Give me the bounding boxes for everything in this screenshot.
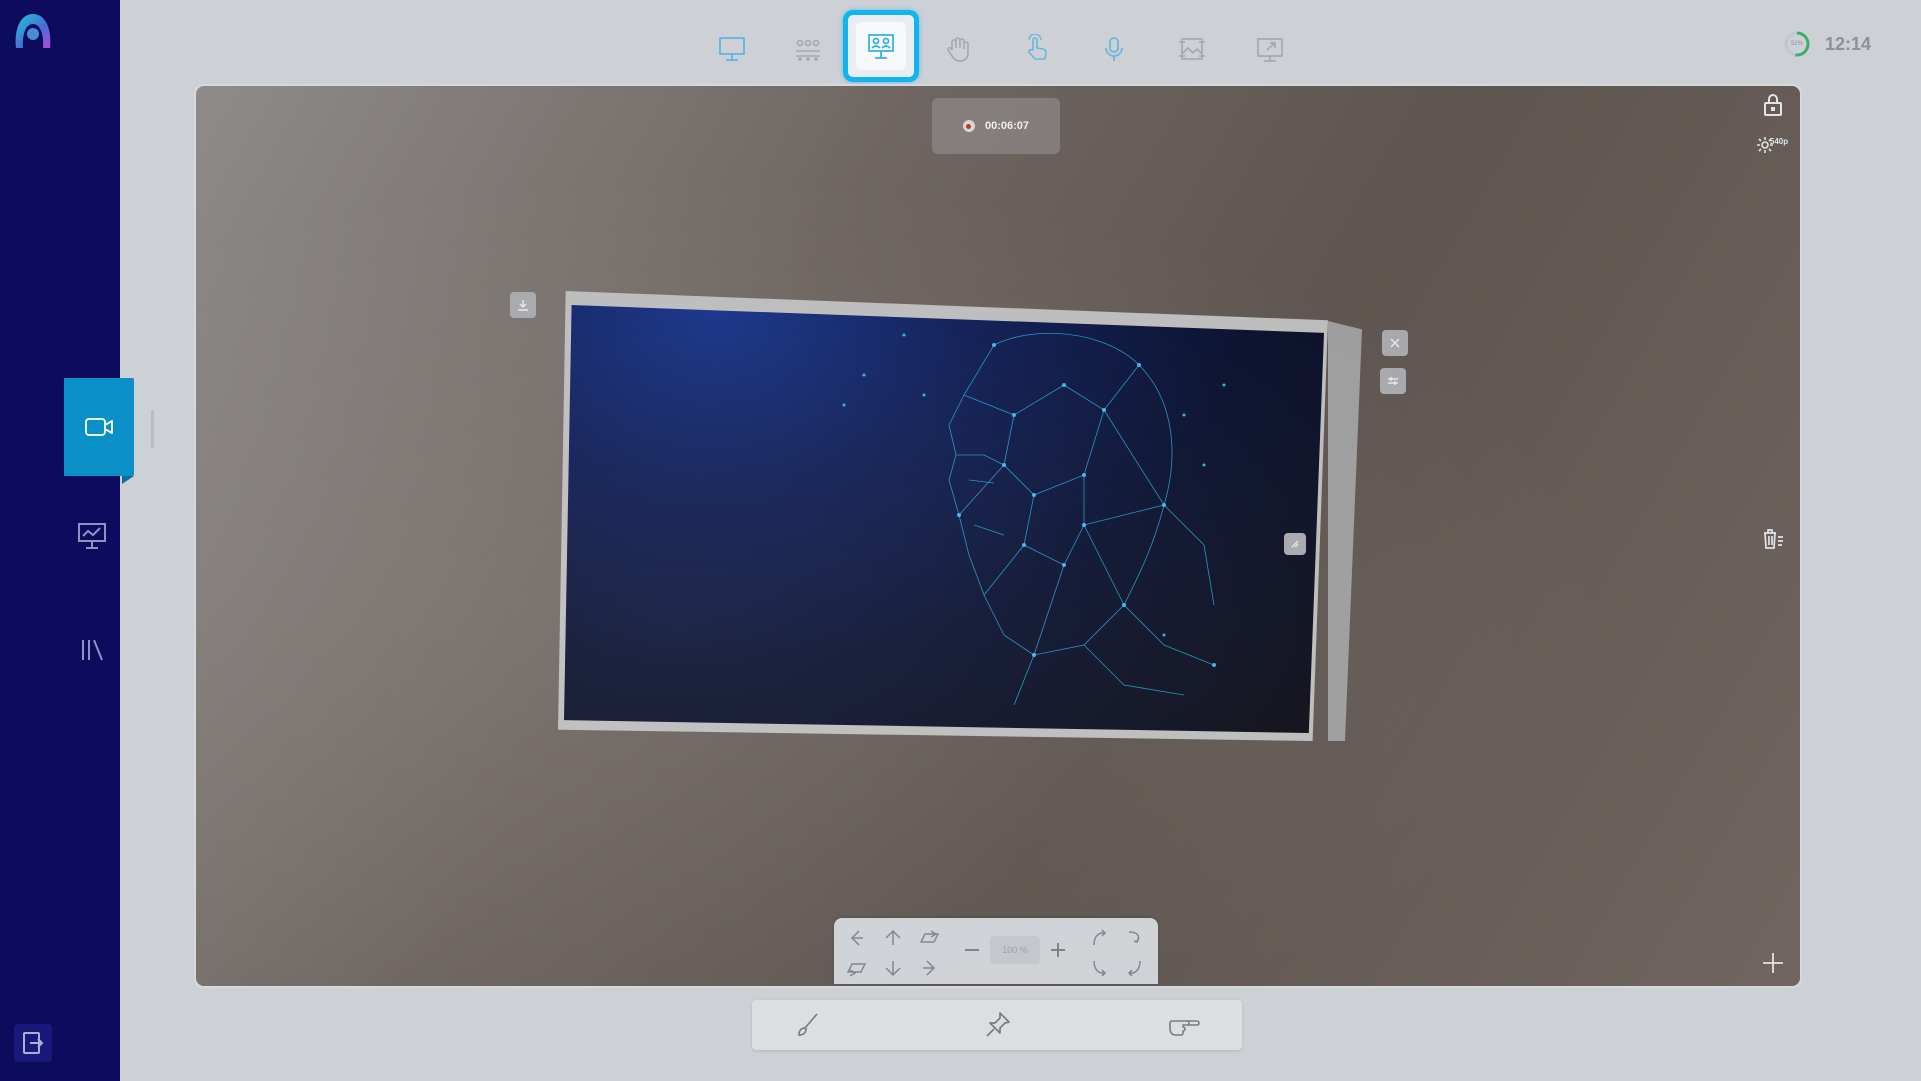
resize-handle-icon [1289,538,1301,550]
video-screen[interactable] [564,305,1324,733]
app-logo-icon [10,8,56,54]
mode-audience-button[interactable] [788,30,828,68]
transform-control-pad: 100 % [834,918,1158,984]
mode-presentation-button[interactable] [712,30,752,68]
rotate-icon [1125,928,1145,948]
battery-indicator: 52% [1783,30,1811,58]
lock-icon [1761,92,1785,118]
move-up-button[interactable] [878,924,908,952]
rotate-icon [1089,958,1109,978]
zoom-level: 100 % [990,936,1040,964]
tilt-forward-icon [846,958,868,978]
rotate-up-left-button[interactable] [1084,924,1114,952]
3d-video-window[interactable] [558,291,1398,741]
pin-icon [983,1010,1013,1040]
window-resize-button[interactable] [1284,533,1306,555]
sidebar-item-library[interactable] [64,622,120,678]
recording-indicator: 00:06:07 [932,98,1060,154]
mode-microphone-button[interactable] [1094,30,1134,68]
video-camera-icon [84,416,114,438]
stage-view[interactable]: 00:06:07 540p 100 % [196,86,1800,986]
quality-label: 540p [1769,136,1789,146]
record-dot-icon [962,120,975,132]
lock-button[interactable] [1758,90,1788,120]
quality-settings-button[interactable]: 540p [1754,130,1790,160]
move-down-button[interactable] [878,954,908,982]
share-screen-icon [1255,34,1285,64]
arrow-down-icon [883,958,903,978]
tilt-forward-button[interactable] [842,954,872,982]
pin-tool-button[interactable] [978,1007,1018,1043]
exit-icon [21,1031,45,1055]
add-button[interactable] [1758,948,1788,978]
tilt-back-button[interactable] [914,924,944,952]
mode-3d-presentation-button[interactable] [843,10,919,82]
pointer-hand-icon [1167,1011,1201,1039]
pointer-tool-button[interactable] [1164,1007,1204,1043]
clock: 12:14 [1824,33,1871,54]
brush-tool-button[interactable] [788,1007,828,1043]
download-icon [516,298,530,312]
zoom-in-button[interactable] [1046,936,1070,964]
left-sidebar [0,0,134,1081]
zoom-out-button[interactable] [960,936,984,964]
rotate-up-right-button[interactable] [1120,924,1150,952]
3d-presentation-icon [865,31,897,61]
recording-time: 00:06:07 [984,120,1030,132]
library-icon [78,636,106,664]
annotation-toolbar [752,1000,1242,1050]
rotate-down-right-button[interactable] [1120,954,1150,982]
brush-icon [793,1010,823,1040]
mode-share-screen-button[interactable] [1250,30,1290,68]
mode-hand-button[interactable] [938,30,978,68]
mode-toolbar [700,10,1300,82]
sidebar-item-presentation[interactable] [64,508,120,564]
clear-all-button[interactable] [1758,524,1788,554]
zoom-controls: 100 % [960,936,1070,964]
arrow-up-icon [883,928,903,948]
plus-icon [1761,951,1785,975]
move-right-button[interactable] [914,954,944,982]
battery-percent: 52% [1790,41,1803,47]
presentation-chart-icon [76,521,108,551]
sidebar-item-video[interactable] [64,378,134,484]
wireframe-face-image [842,332,1226,706]
status-area: 52% 12:14 [1783,30,1871,58]
image-frame-icon [1177,34,1207,64]
rotate-controls [1084,924,1150,982]
audience-grid-icon [793,35,823,63]
hand-icon [943,34,973,64]
window-side-panel [1328,321,1362,741]
arrow-left-icon [847,928,867,948]
mode-3d-presentation-inner [856,22,906,70]
tilt-back-icon [918,928,940,948]
rotate-icon [1089,928,1109,948]
rotate-down-left-button[interactable] [1084,954,1114,982]
mode-touch-button[interactable] [1016,30,1056,68]
exit-button[interactable] [14,1024,52,1062]
presentation-screen-icon [717,35,747,63]
rotate-icon [1125,958,1145,978]
move-controls [842,924,944,982]
touch-pointer-icon [1021,34,1051,64]
window-download-button[interactable] [510,292,536,318]
sidebar-resize-handle[interactable] [151,410,154,448]
arrow-right-icon [919,958,939,978]
move-left-button[interactable] [842,924,872,952]
minus-icon [963,941,981,959]
microphone-icon [1099,34,1129,64]
plus-icon [1049,941,1067,959]
trash-icon [1761,527,1785,551]
mode-image-frame-button[interactable] [1172,30,1212,68]
